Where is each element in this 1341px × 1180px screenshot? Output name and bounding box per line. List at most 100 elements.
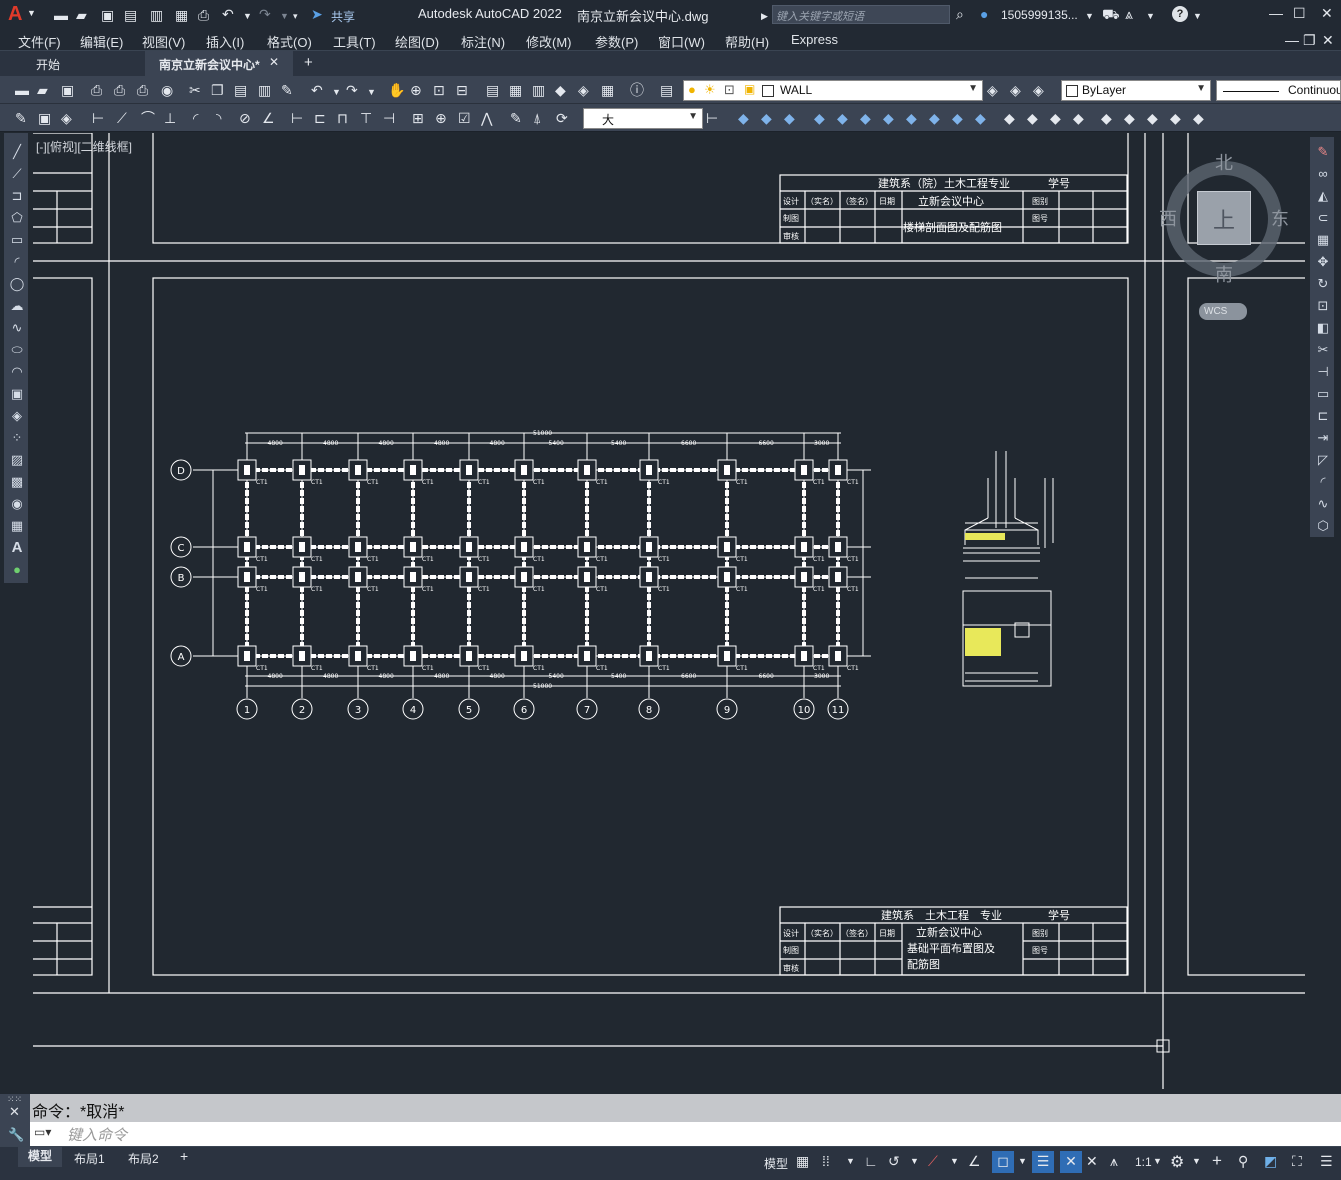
help-icon[interactable]: ⓘ <box>630 81 644 99</box>
linetype-dropdown[interactable]: Continuous <box>1216 80 1341 101</box>
revolve-icon[interactable]: ◆ <box>883 109 894 127</box>
undo-icon[interactable]: ↶ <box>222 5 234 23</box>
dim-text-edit-icon[interactable]: ⍋ <box>533 109 541 127</box>
spline-icon[interactable]: ∿ <box>8 319 26 337</box>
search-input[interactable]: 键入关键字或短语 <box>772 5 950 24</box>
edit-icon[interactable]: ✎ <box>15 109 27 127</box>
region-icon[interactable]: ◉ <box>8 495 26 513</box>
union-icon[interactable]: ◆ <box>929 109 940 127</box>
annotation-scale-icon[interactable]: ⩚ <box>1110 1153 1118 1170</box>
redo-dropdown-icon[interactable]: ▼ <box>367 83 376 101</box>
publish-icon[interactable]: ▥ <box>150 6 163 24</box>
separate-icon[interactable]: ◆ <box>1101 109 1112 127</box>
maximize-icon[interactable]: ☐ <box>1293 4 1306 22</box>
menu-window[interactable]: 窗口(W) <box>658 32 705 51</box>
chamfer-icon[interactable]: ◸ <box>1314 451 1332 469</box>
cut-icon[interactable]: ✂ <box>189 81 201 99</box>
menu-edit[interactable]: 编辑(E) <box>80 32 123 51</box>
menu-tools[interactable]: 工具(T) <box>333 32 376 51</box>
layer-states-icon[interactable]: ◈ <box>1033 81 1044 99</box>
scale-icon[interactable]: ⊡ <box>1314 297 1332 315</box>
trim-icon[interactable]: ✂ <box>1314 341 1332 359</box>
loft-icon[interactable]: ◆ <box>906 109 917 127</box>
menu-file[interactable]: 文件(F) <box>18 32 61 51</box>
subtract-icon[interactable]: ◆ <box>952 109 963 127</box>
search-icon[interactable]: ⌕ <box>956 5 964 23</box>
mirror-icon[interactable]: ◭ <box>1314 187 1332 205</box>
thicken-icon[interactable]: ◆ <box>1050 109 1061 127</box>
plus-icon[interactable]: + <box>1212 1151 1222 1171</box>
imprint-icon[interactable]: ◆ <box>1073 109 1084 127</box>
match-properties-icon[interactable]: ▥ <box>258 81 271 99</box>
brush-icon[interactable]: ✎ <box>281 81 293 99</box>
polar-icon[interactable]: ↺ <box>888 1153 900 1170</box>
slice-icon[interactable]: ◆ <box>1004 109 1015 127</box>
circle-icon[interactable]: ◯ <box>8 275 26 293</box>
move-icon[interactable]: ✥ <box>1314 253 1332 271</box>
sheet-set-icon[interactable]: ◆ <box>555 81 566 99</box>
color-dropdown[interactable]: ByLayer ▼ <box>1061 80 1211 101</box>
command-prompt-icon[interactable]: ▭▾ <box>34 1125 51 1139</box>
cart-icon[interactable]: ⛟ <box>1102 5 1120 23</box>
point-icon[interactable]: ⁘ <box>8 429 26 447</box>
dim-edit-icon[interactable]: ✎ <box>510 109 522 127</box>
copy-icon[interactable]: ❐ <box>211 81 224 99</box>
command-customize-icon[interactable]: 🔧 <box>8 1127 24 1143</box>
sweep-icon[interactable]: ◆ <box>860 109 871 127</box>
extend-icon[interactable]: ⊣ <box>1314 363 1332 381</box>
clean-screen-icon[interactable]: ⛶ <box>1292 1153 1302 1170</box>
hardware-accel-icon[interactable]: ◩ <box>1264 1153 1277 1170</box>
layer-on-icon[interactable]: ● <box>688 82 696 97</box>
redo-icon[interactable]: ↷ <box>259 5 271 23</box>
layer-dropdown[interactable]: ● ☀ ⊡ ▣ WALL ▼ <box>683 80 983 101</box>
polyline-icon[interactable]: ⊐ <box>8 187 26 205</box>
gradient-icon[interactable]: ▩ <box>8 473 26 491</box>
mirror-3d-icon[interactable]: ◆ <box>1170 109 1181 127</box>
make-block-icon[interactable]: ◈ <box>8 407 26 425</box>
intersect-icon[interactable]: ◆ <box>975 109 986 127</box>
menu-insert[interactable]: 插入(I) <box>206 32 244 51</box>
doc-minimize-icon[interactable]: — <box>1285 31 1299 49</box>
menu-draw[interactable]: 绘图(D) <box>395 32 439 51</box>
menu-modify[interactable]: 修改(M) <box>526 32 572 51</box>
customize-icon[interactable]: ☰ <box>1320 1153 1333 1170</box>
model-space-button[interactable]: 模型 <box>764 1155 788 1172</box>
extract-edges-icon[interactable]: ◆ <box>1124 109 1135 127</box>
wedge-icon[interactable]: ◆ <box>761 109 772 127</box>
autodesk-app-icon[interactable]: ⩓ <box>1125 5 1133 23</box>
undo-dropdown-icon[interactable]: ▼ <box>243 7 252 25</box>
layer-lock-icon[interactable]: ▣ <box>744 82 755 96</box>
design-center-icon[interactable]: ▦ <box>509 81 522 99</box>
user-dropdown-icon[interactable]: ▼ <box>1085 7 1094 25</box>
text-style-dropdown[interactable]: 大 ▼ <box>583 108 703 129</box>
angular-dim-icon[interactable]: ∠ <box>262 109 275 127</box>
hatch-icon[interactable]: ▨ <box>8 451 26 469</box>
line-icon[interactable]: ╱ <box>8 143 26 161</box>
undo-icon[interactable]: ↶ <box>311 81 323 99</box>
osnap-dropdown-icon[interactable]: ▼ <box>1018 1156 1027 1166</box>
workspace-dropdown-icon[interactable]: ▼ <box>1192 1156 1201 1166</box>
annotation-scale-value[interactable]: 1:1 <box>1135 1155 1152 1169</box>
plot-icon[interactable]: ⎙ <box>91 81 102 99</box>
publish-icon[interactable]: ⎙ <box>137 81 148 99</box>
layer-freeze-icon[interactable]: ☀ <box>704 82 716 98</box>
open-icon[interactable]: ▰ <box>37 81 48 99</box>
user-name[interactable]: 1505999135... <box>1001 8 1078 22</box>
auto-scale-icon[interactable]: ✕ <box>1086 1153 1098 1170</box>
edit-block-icon[interactable]: ▣ <box>38 109 51 127</box>
center-mark-icon[interactable]: ⊕ <box>435 109 447 127</box>
blend-curves-icon[interactable]: ∿ <box>1314 495 1332 513</box>
doc-close-icon[interactable]: ✕ <box>1322 31 1334 49</box>
app-dropdown-icon[interactable]: ▼ <box>1146 7 1155 25</box>
osnap-icon[interactable]: ◻ <box>992 1151 1014 1173</box>
zoom-realtime-icon[interactable]: ⊕ <box>410 81 422 99</box>
dim-space-icon[interactable]: ⊤ <box>360 109 372 127</box>
ortho-icon[interactable]: ∟ <box>864 1153 878 1169</box>
rectangle-icon[interactable]: ▭ <box>8 231 26 249</box>
qnew-icon[interactable]: ▬ <box>15 81 29 99</box>
aligned-dim-icon[interactable]: ⟋ <box>117 109 127 127</box>
presspull-icon[interactable]: ◆ <box>837 109 848 127</box>
polygon-icon[interactable]: ⬠ <box>8 209 26 227</box>
shell-icon[interactable]: ◆ <box>1027 109 1038 127</box>
viewcube-west-label[interactable]: 西 <box>1159 205 1177 231</box>
